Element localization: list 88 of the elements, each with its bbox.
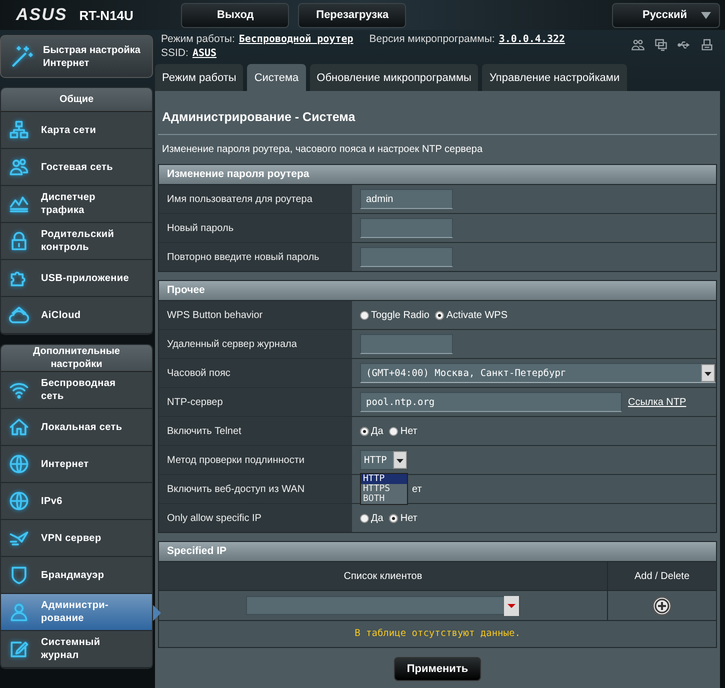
page-title: Администрирование - Система (161, 109, 356, 125)
field-label: NTP-сервер (159, 388, 352, 416)
language-dropdown[interactable]: Русский (612, 2, 720, 28)
person-icon (8, 601, 30, 623)
field-label: Удаленный сервер журнала (159, 330, 352, 358)
caret-icon (393, 451, 407, 469)
wand-icon (9, 44, 35, 70)
radio-label: ет (412, 484, 422, 494)
section-header: Изменение пароля роутера (159, 165, 716, 185)
section-header: Прочее (159, 281, 716, 301)
field-label: WPS Button behavior (159, 301, 352, 329)
input-field[interactable]: pool.ntp.org (360, 392, 622, 412)
caret-icon (701, 12, 711, 18)
field-label: Имя пользователя для роутера (159, 185, 352, 213)
column-header: Список клиентов (342, 570, 424, 584)
dropdown-option[interactable]: HTTPS (361, 484, 407, 494)
menu-item[interactable]: Администри- рование (1, 594, 152, 631)
input-field[interactable] (360, 218, 453, 238)
menu-item[interactable]: Карта сети (1, 112, 152, 149)
printer-icon[interactable] (700, 38, 714, 52)
logo: ASUS (16, 5, 68, 25)
empty-message: В таблице отсутствуют данные. (159, 621, 716, 647)
radio-label: Да (371, 512, 384, 524)
field-label: Включить Telnet (159, 417, 352, 445)
menu-item[interactable]: Системный журнал (1, 631, 152, 668)
input-field[interactable]: admin (360, 189, 453, 209)
radio-label: Нет (400, 426, 418, 436)
network-icon (8, 119, 30, 141)
page-description: Изменение пароля роутера, часового пояса и настроек NTP сервера (162, 144, 484, 156)
field-label: Новый пароль (159, 214, 352, 242)
screens-icon[interactable] (654, 38, 668, 52)
dropdown-option[interactable]: BOTH (361, 494, 407, 504)
section-header: Specified IP (159, 542, 716, 562)
field-label: Повторно введите новый пароль (159, 243, 352, 271)
caret-icon (504, 596, 519, 616)
menu-item[interactable]: USB-приложение (1, 260, 152, 297)
menu-item[interactable]: Родительский контроль (1, 223, 152, 260)
mode-link[interactable]: Беспроводной роутер (238, 34, 354, 44)
tab[interactable]: Режим работы (155, 64, 244, 91)
mode-label: Режим работы: (161, 33, 235, 45)
clients-icon[interactable] (631, 38, 645, 52)
auth-select[interactable]: HTTP (360, 450, 408, 470)
firmware-label: Версия микропрограммы: (369, 33, 495, 45)
timezone-select[interactable]: (GMT+04:00) Москва, Санкт-Петербург (360, 363, 716, 383)
input-field[interactable] (360, 334, 453, 354)
menu-item[interactable]: AiCloud (1, 297, 152, 334)
field-label: Включить веб-доступ из WAN (159, 475, 352, 503)
firmware-link[interactable]: 3.0.0.4.322 (498, 34, 566, 44)
add-icon[interactable] (652, 596, 672, 616)
quick-setup-button[interactable]: Быстрая настройка Интернет (0, 35, 153, 78)
menu-item[interactable]: Локальная сеть (1, 409, 152, 446)
field-label: Часовой пояс (159, 359, 352, 387)
radio-button[interactable] (360, 514, 369, 522)
input-field[interactable] (360, 247, 453, 267)
menu-item[interactable]: Диспетчер трафика (1, 186, 152, 223)
radio-label: Activate WPS (446, 310, 508, 320)
house-icon (8, 416, 30, 438)
radio-label: Нет (400, 512, 418, 524)
globe-icon (8, 453, 30, 475)
field-label: Only allow specific IP (159, 504, 352, 532)
menu-item[interactable]: Гостевая сеть (1, 149, 152, 186)
ssid-link[interactable]: ASUS (192, 48, 217, 58)
globe-icon (8, 490, 30, 512)
menu-item[interactable]: Интернет (1, 446, 152, 483)
cloud-icon (8, 304, 30, 326)
tab[interactable]: Обновление микропрограммы (310, 64, 478, 91)
tab[interactable]: Управление настройками (482, 64, 627, 91)
menu-heading: Общие (1, 88, 152, 112)
radio-button[interactable] (360, 310, 369, 320)
radio-button[interactable] (389, 426, 398, 436)
reboot-button[interactable]: Перезагрузка (298, 2, 406, 28)
field-label: Метод проверки подлинности (159, 446, 352, 474)
people-icon (8, 156, 30, 178)
model-name: RT-N14U (79, 8, 134, 22)
menu-heading: Дополнительные настройки (1, 345, 152, 372)
radio-label: Toggle Radio (371, 310, 430, 320)
tab[interactable]: Система (247, 64, 306, 91)
dropdown-option[interactable]: HTTP (361, 474, 407, 484)
column-header: Add / Delete (607, 562, 716, 590)
logout-button[interactable]: Выход (181, 2, 290, 28)
menu-item[interactable]: Беспроводная сеть (1, 372, 152, 409)
apply-button[interactable]: Применить (394, 657, 481, 681)
radio-label: Да (371, 426, 384, 436)
ntp-link[interactable]: Ссылка NTP (628, 396, 686, 408)
client-select[interactable] (246, 596, 520, 615)
menu-item[interactable]: IPv6 (1, 483, 152, 520)
menu-item[interactable]: VPN сервер (1, 520, 152, 557)
ssid-label: SSID: (161, 47, 188, 59)
